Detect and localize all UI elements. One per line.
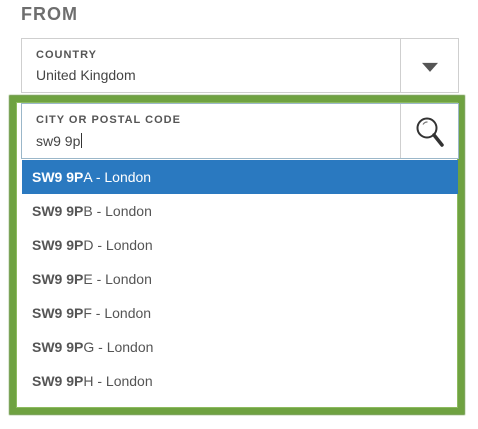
city-label: CITY OR POSTAL CODE	[36, 114, 181, 126]
suggestion-item[interactable]: SW9 9PF - London	[22, 296, 458, 330]
section-title: FROM	[21, 4, 78, 24]
suggestion-rest: E - London	[83, 271, 152, 287]
suggestion-rest: A - London	[83, 169, 152, 185]
city-postal-input[interactable]: CITY OR POSTAL CODE sw9 9p	[21, 103, 459, 159]
suggestion-match: SW9 9P	[32, 203, 84, 219]
suggestion-match: SW9 9P	[32, 169, 84, 185]
suggestion-item[interactable]: SW9 9PD - London	[22, 228, 458, 262]
country-value: United Kingdom	[36, 67, 136, 83]
suggestion-rest: F - London	[83, 305, 152, 321]
suggestion-rest: G - London	[83, 339, 154, 355]
suggestion-match: SW9 9P	[32, 237, 84, 253]
search-button[interactable]	[400, 104, 458, 158]
suggestion-rest: H - London	[83, 373, 153, 389]
suggestion-rest: B - London	[83, 203, 152, 219]
country-select[interactable]: COUNTRY United Kingdom	[21, 38, 459, 93]
suggestion-match: SW9 9P	[32, 305, 84, 321]
suggestion-match: SW9 9P	[32, 271, 84, 287]
suggestion-item[interactable]: SW9 9PB - London	[22, 194, 458, 228]
suggestion-match: SW9 9P	[32, 339, 84, 355]
city-value[interactable]: sw9 9p	[36, 133, 83, 149]
chevron-down-icon	[421, 62, 438, 72]
suggestion-item[interactable]: SW9 9PG - London	[22, 330, 458, 364]
suggestion-item[interactable]: SW9 9PA - London	[22, 160, 458, 194]
text-cursor	[81, 133, 83, 148]
country-dropdown-button[interactable]	[400, 39, 458, 92]
suggestion-rest: D - London	[83, 237, 153, 253]
suggestion-match: SW9 9P	[32, 373, 84, 389]
suggestion-item[interactable]: SW9 9PE - London	[22, 262, 458, 296]
suggestion-list: SW9 9PA - London SW9 9PB - London SW9 9P…	[22, 160, 458, 398]
country-label: COUNTRY	[36, 49, 97, 61]
suggestion-item[interactable]: SW9 9PH - London	[22, 364, 458, 398]
city-value-text: sw9 9p	[36, 133, 81, 149]
search-icon	[416, 117, 444, 147]
